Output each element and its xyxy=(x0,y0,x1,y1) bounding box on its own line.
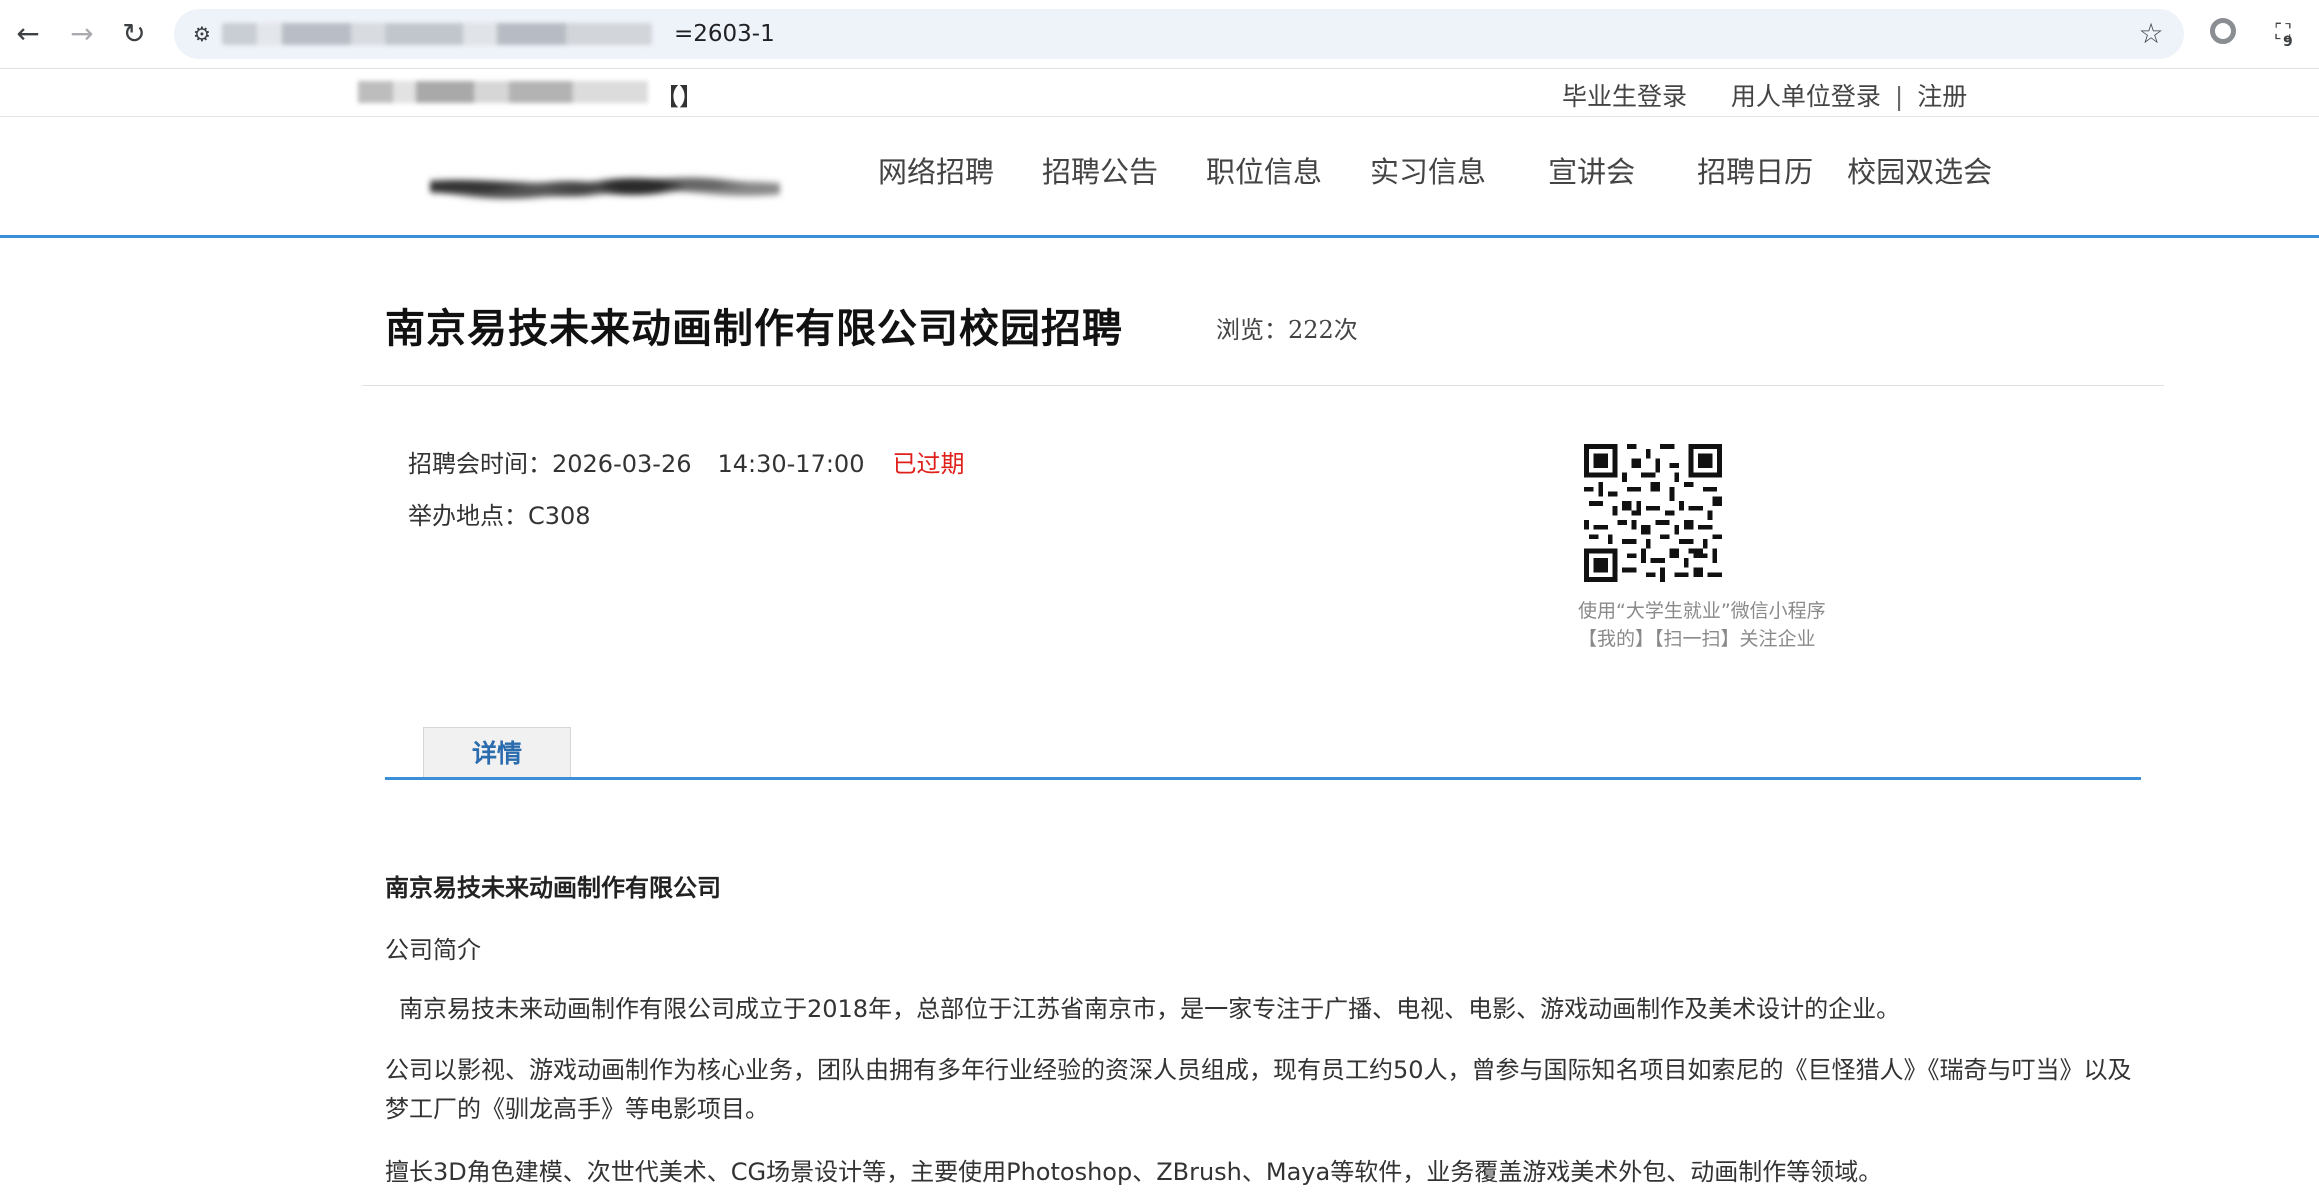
site-topbar: 【】 毕业生登录 用人单位登录 | 注册 xyxy=(0,69,2319,117)
qr-caption-line2: 【我的】【扫一扫】关注企业 xyxy=(1578,628,1816,650)
fair-time-row: 招聘会时间：2026-03-26 14:30-17:00 已过期 xyxy=(408,444,964,479)
url-redacted xyxy=(222,23,652,45)
qr-caption-line1: 使用“大学生就业”微信小程序 xyxy=(1578,600,1826,622)
main-navigation: 网络招聘 招聘公告 职位信息 实习信息 宣讲会 招聘日历 校园双选会 xyxy=(878,147,2040,197)
intro-paragraph-2: 公司以影视、游戏动画制作为核心业务，团队由拥有多年行业经验的资深人员组成，现有员… xyxy=(385,1056,2132,1123)
tab-count-badge: 9 xyxy=(2283,34,2293,50)
nav-item-campus-job-fair[interactable]: 校园双选会 xyxy=(1847,147,1992,197)
address-bar[interactable]: ⚙ =2603-1 ☆ xyxy=(174,9,2184,59)
browser-toolbar: ← → ↻ ⚙ =2603-1 ☆ ⛶ 9 xyxy=(0,0,2319,69)
venue-value: C308 xyxy=(528,502,591,530)
fair-time: 14:30-17:00 xyxy=(717,450,865,478)
venue-label: 举办地点： xyxy=(408,502,528,530)
site-info-icon[interactable]: ⚙ xyxy=(188,21,216,47)
fair-time-label: 招聘会时间： xyxy=(408,450,552,478)
forward-arrow-icon[interactable]: → xyxy=(62,14,102,54)
intro-paragraph-1: 南京易技未来动画制作有限公司成立于2018年，总部位于江苏省南京市，是一家专注于… xyxy=(399,995,1901,1023)
url-text[interactable]: =2603-1 xyxy=(674,19,775,49)
view-count: 浏览：222次 xyxy=(1216,316,1358,344)
register-link[interactable]: 注册 xyxy=(1917,82,1967,111)
fair-date: 2026-03-26 xyxy=(552,450,692,478)
title-divider xyxy=(362,385,2164,386)
graduate-login-link[interactable]: 毕业生登录 xyxy=(1562,82,1687,111)
nav-item-info-sessions[interactable]: 宣讲会 xyxy=(1548,147,1635,197)
venue-row: 举办地点：C308 xyxy=(408,496,591,531)
qr-code-icon xyxy=(1584,444,1722,582)
back-arrow-icon[interactable]: ← xyxy=(8,14,48,54)
tab-details[interactable]: 详情 xyxy=(423,727,571,777)
site-header: 网络招聘 招聘公告 职位信息 实习信息 宣讲会 招聘日历 校园双选会 xyxy=(0,117,2319,238)
company-intro-label: 公司简介 xyxy=(385,936,481,964)
employer-login-link[interactable]: 用人单位登录 xyxy=(1731,82,1881,111)
reload-icon[interactable]: ↻ xyxy=(114,14,154,54)
nav-item-recruitment-calendar[interactable]: 招聘日历 xyxy=(1697,147,1813,197)
bookmark-star-icon[interactable]: ☆ xyxy=(2136,19,2166,49)
nav-item-job-info[interactable]: 职位信息 xyxy=(1206,147,1322,197)
site-logo[interactable] xyxy=(430,147,780,219)
qr-caption: 使用“大学生就业”微信小程序 【我的】【扫一扫】关注企业 xyxy=(1578,597,1826,653)
status-badge: 已过期 xyxy=(892,450,965,478)
company-name: 南京易技未来动画制作有限公司 xyxy=(385,874,721,902)
extension-icon[interactable] xyxy=(2210,18,2236,44)
nav-item-recruitment-notices[interactable]: 招聘公告 xyxy=(1042,147,1158,197)
link-separator: | xyxy=(1894,82,1904,111)
intro-paragraph-3: 擅长3D角色建模、次世代美术、CG场景设计等，主要使用Photoshop、ZBr… xyxy=(385,1158,1883,1186)
site-name-redacted xyxy=(358,81,648,103)
detail-tabs: 详情 xyxy=(385,725,2141,780)
account-links: 毕业生登录 用人单位登录 | 注册 xyxy=(1562,77,1967,113)
nav-item-internship-info[interactable]: 实习信息 xyxy=(1370,147,1486,197)
page-title: 南京易技未来动画制作有限公司校园招聘 xyxy=(385,306,1123,352)
site-name-bracket: 【】 xyxy=(655,83,703,111)
nav-item-online-recruitment[interactable]: 网络招聘 xyxy=(878,147,994,197)
